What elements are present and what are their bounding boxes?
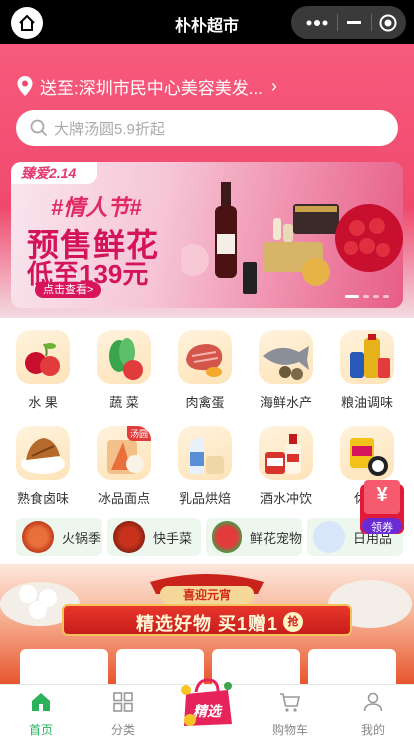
category-seafood[interactable]: 海鲜水产 [247,330,325,411]
oil-icon [340,330,394,384]
dairy-icon [178,426,232,480]
quick-link-label: 火锅季 [62,530,102,546]
category-badge: 汤圆 [126,426,151,441]
tab-label: 分类 [110,723,135,736]
tab-featured[interactable]: 精选 [176,676,238,728]
category-label: 水 果 [28,395,58,410]
category-meat[interactable]: 肉禽蛋 [166,330,244,411]
featured-label: 精选 [193,703,221,719]
meat-icon [178,330,232,384]
quick-links: 火锅季 快手菜 鲜花宠物 日用品 [0,514,414,564]
quick-link-label: 快手菜 [153,530,193,546]
deli-icon [16,426,70,480]
coupon-label: 领券 [371,522,393,534]
snack-icon [340,426,394,480]
minimize-icon [347,21,361,24]
tab-cart[interactable]: 购物车 [249,685,331,736]
home-button[interactable] [11,7,43,39]
mini-program-capsule [291,6,406,39]
tab-profile[interactable]: 我的 [332,685,414,736]
category-label: 酒水冲饮 [259,491,312,506]
profile-icon [363,692,383,712]
tab-home[interactable]: 首页 [0,685,82,736]
cart-icon [280,693,300,712]
coupon-button[interactable]: ¥ 领券 [358,478,406,536]
category-fruit[interactable]: 水 果 [4,330,82,411]
category-dairy[interactable]: 乳品烘焙 [166,426,244,507]
search-icon [30,119,48,137]
category-label: 冰品面点 [97,491,150,506]
quick-link-label: 鲜花宠物 [249,530,302,546]
daily-goods-icon [313,521,345,553]
hotpot-icon [22,521,54,553]
quick-dish-icon [113,521,145,553]
promo-banner[interactable]: 臻爱2.14 #情人节# 预售鲜花 低至139元 点击查看> [11,162,403,308]
category-drinks[interactable]: 酒水冲饮 [247,426,325,507]
tab-label: 我的 [360,723,385,736]
promo-title: 精选好物 买1赠1 [135,614,279,634]
coupon-symbol: ¥ [376,484,388,506]
minimize-button[interactable] [339,6,369,39]
banner-tag: 臻爱2.14 [11,162,97,184]
category-vegetable[interactable]: 蔬 菜 [85,330,163,411]
promo-product-card[interactable] [308,649,396,684]
location-pin-icon [17,76,33,96]
delivery-address[interactable]: 送至:深圳市民中心美容美发... › [16,74,277,98]
promo-subtitle: 喜迎元宵 [182,588,231,602]
close-target-icon [379,14,397,31]
frozen-icon: 汤圆 [97,426,151,480]
banner-hashtag: #情人节# [51,195,142,220]
search-placeholder: 大牌汤圆5.9折起 [54,120,165,138]
quick-link-hotpot[interactable]: 火锅季 [16,518,102,556]
promo-section[interactable]: 喜迎元宵 精选好物 买1赠1 抢 [0,564,414,684]
category-label: 熟食卤味 [16,491,69,506]
category-grid: 水 果 蔬 菜 肉禽蛋 海鲜水产 粮油调味 熟食卤味 汤圆 冰品面点 乳品烘焙 … [0,318,414,514]
chevron-right-icon: › [270,75,277,96]
tab-category[interactable]: 分类 [82,685,164,736]
delivery-address-text: 送至:深圳市民中心美容美发... [40,78,263,98]
promo-product-card[interactable] [20,649,108,684]
category-grain-oil[interactable]: 粮油调味 [328,330,406,411]
flower-icon [212,521,242,553]
category-label: 乳品烘焙 [178,491,231,506]
title-bar: 朴朴超市 [0,0,414,44]
home-icon [19,14,35,31]
quick-link-quick-dish[interactable]: 快手菜 [107,518,201,556]
tab-label: 首页 [28,723,53,736]
drinks-icon [259,426,313,480]
tab-label: 购物车 [271,723,308,736]
more-button[interactable] [299,6,335,39]
vegetable-icon [97,330,151,384]
category-label: 粮油调味 [340,395,393,410]
seafood-icon [259,330,313,384]
category-frozen[interactable]: 汤圆 冰品面点 [85,426,163,507]
close-button[interactable] [373,6,403,39]
category-icon [113,692,133,712]
category-label: 海鲜水产 [259,395,312,410]
more-icon [306,19,328,26]
category-label: 蔬 菜 [109,395,139,410]
home-icon [32,693,50,711]
promo-badge: 抢 [283,612,303,632]
banner-pagination [345,295,389,298]
fruit-icon [16,330,70,384]
quick-link-flowers[interactable]: 鲜花宠物 [206,518,302,556]
banner-product-image [181,182,403,294]
category-deli[interactable]: 熟食卤味 [4,426,82,507]
banner-view-button[interactable]: 点击查看> [35,282,102,298]
category-label: 肉禽蛋 [185,395,225,410]
search-input[interactable]: 大牌汤圆5.9折起 [16,110,398,146]
